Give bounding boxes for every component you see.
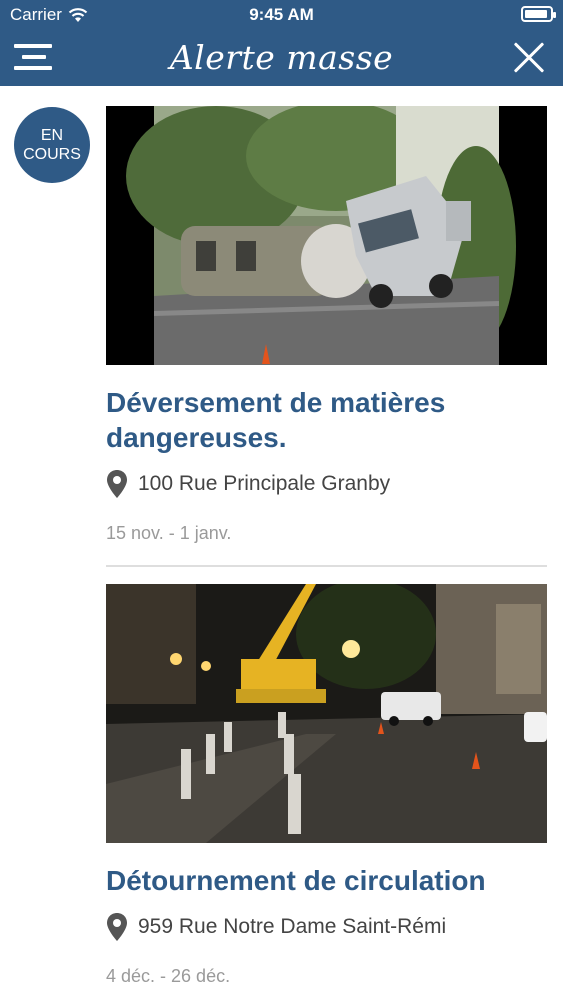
alert-title[interactable]: Déversement de matières dangereuses. [106,385,547,455]
card-divider [106,565,547,567]
alert-address-text: 959 Rue Notre Dame Saint-Rémi [138,915,447,938]
alert-address: 959 Rue Notre Dame Saint-Rémi [106,912,547,942]
battery-level [525,10,547,18]
location-pin-icon [107,470,127,498]
alert-image-overturned-tanker[interactable] [106,106,547,365]
alert-card[interactable]: Déversement de matières dangereuses. 100… [106,106,547,544]
location-pin-icon [107,913,127,941]
nav-bar: Alerte masse [0,30,563,86]
status-bar: Carrier 9:45 AM [0,0,563,30]
alert-title[interactable]: Détournement de circulation [106,863,547,898]
alert-dates: 15 nov. - 1 janv. [106,523,232,543]
page-title: Alerte masse [169,38,394,77]
alert-card[interactable]: Détournement de circulation 959 Rue Notr… [106,584,547,987]
alert-image-night-roadwork[interactable] [106,584,547,843]
alert-dates: 4 déc. - 26 déc. [106,966,231,986]
close-icon[interactable] [513,42,545,74]
battery-icon [521,6,556,22]
app-header: Carrier 9:45 AM Alerte masse [0,0,563,86]
alert-address: 100 Rue Principale Granby [106,469,547,499]
status-time: 9:45 AM [249,5,314,24]
status-badge-line2: COURS [23,146,81,163]
status-badge: EN COURS [14,107,90,183]
alert-address-text: 100 Rue Principale Granby [138,472,391,495]
status-badge-line1: EN [40,127,64,144]
